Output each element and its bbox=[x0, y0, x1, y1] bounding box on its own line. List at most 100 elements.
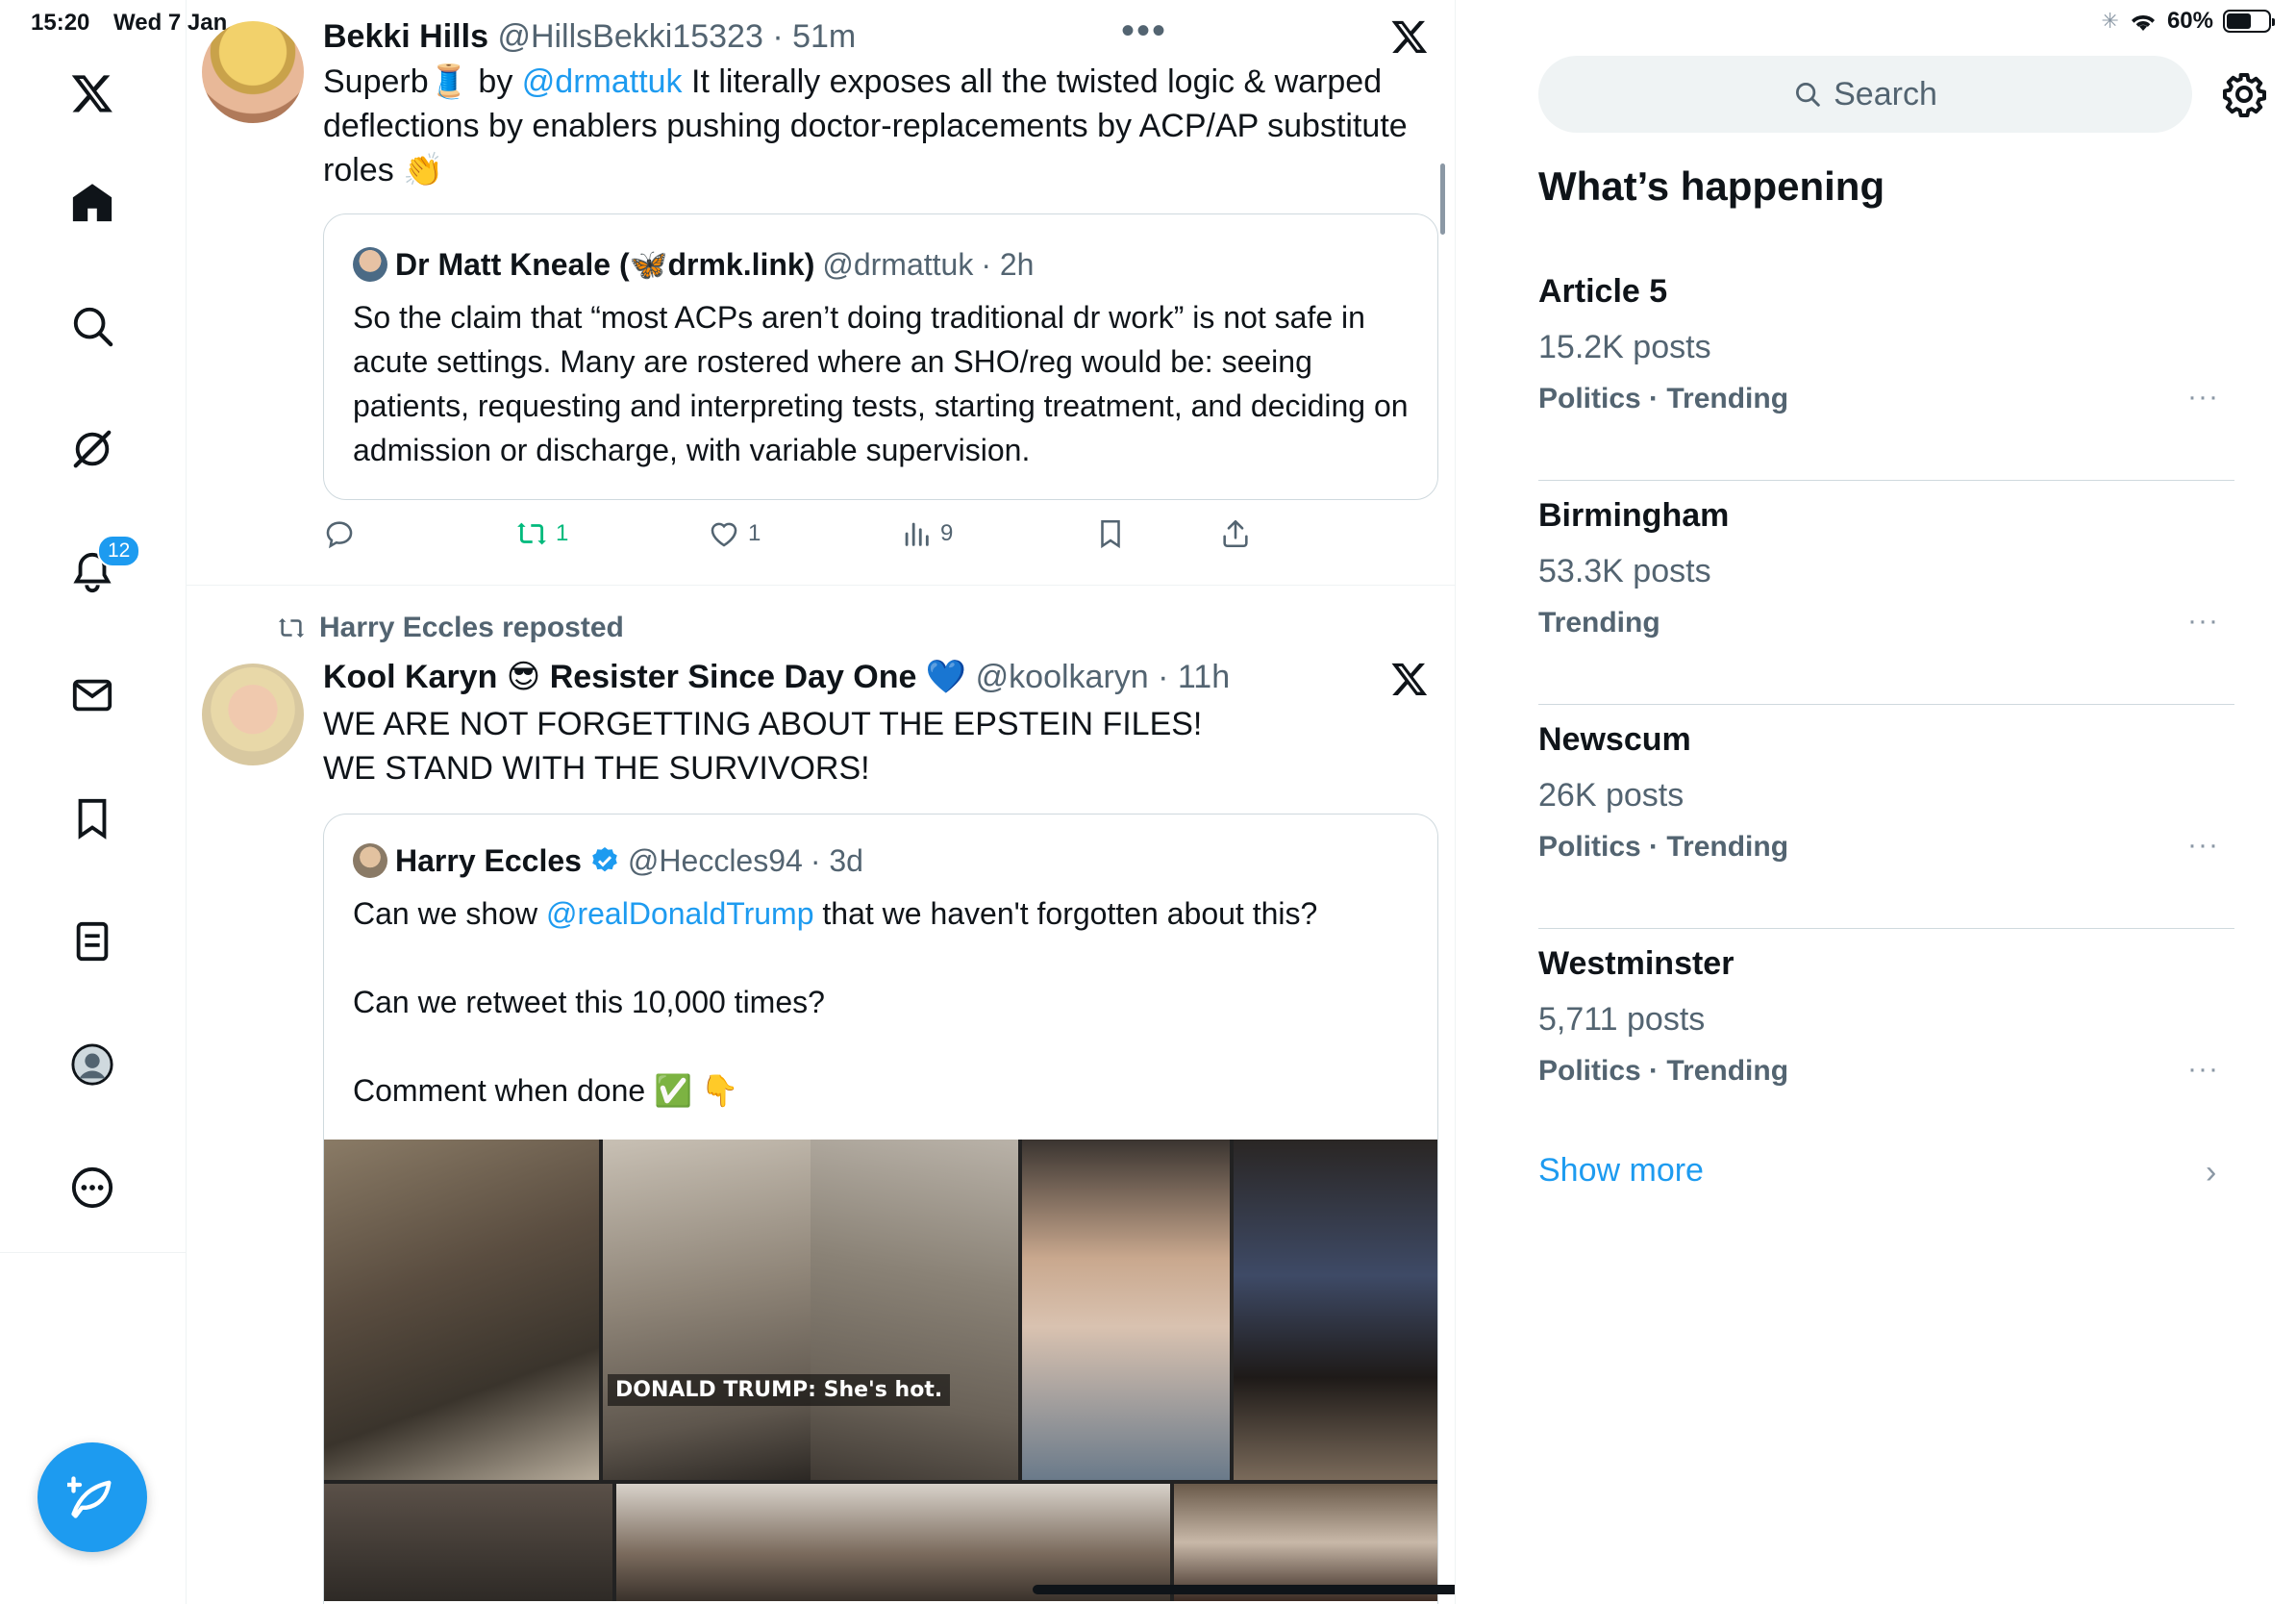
collage-photo[interactable] bbox=[1022, 1140, 1230, 1480]
explore-search-icon[interactable] bbox=[59, 292, 126, 360]
post-time[interactable]: · 51m bbox=[772, 18, 856, 55]
timeline-scrollbar[interactable] bbox=[1440, 163, 1445, 235]
home-indicator[interactable] bbox=[1033, 1585, 1455, 1594]
left-nav: 12 bbox=[0, 0, 187, 1604]
trend-name: Newscum bbox=[1538, 721, 1691, 758]
trend-more-icon[interactable]: ··· bbox=[2187, 829, 2219, 862]
feather-plus-icon bbox=[67, 1476, 112, 1518]
trend-item[interactable]: Birmingham 53.3K posts Trending ··· bbox=[1538, 482, 2234, 705]
collage-photo[interactable] bbox=[324, 1484, 612, 1601]
tweet-text: Superb🧵 by @drmattuk It literally expose… bbox=[323, 60, 1429, 192]
image-caption: DONALD TRUMP: She's hot. bbox=[608, 1374, 951, 1406]
quote-author-handle[interactable]: @Heccles94 bbox=[628, 841, 803, 880]
bookmark-icon bbox=[1101, 519, 1120, 549]
tweet-text-line: WE STAND WITH THE SURVIVORS! bbox=[323, 750, 870, 787]
repost-context[interactable]: Harry Eccles reposted bbox=[277, 612, 624, 644]
chevron-right-icon[interactable]: › bbox=[2206, 1154, 2216, 1191]
quote-author-handle[interactable]: @drmattuk bbox=[822, 245, 973, 284]
section-title: What’s happening bbox=[1538, 163, 1885, 209]
collage-photo[interactable] bbox=[324, 1140, 599, 1480]
quote-time[interactable]: · 3d bbox=[811, 841, 863, 880]
gear-icon[interactable] bbox=[2221, 71, 2267, 117]
trend-item[interactable]: Newscum 26K posts Politics · Trending ··… bbox=[1538, 706, 2234, 929]
quote-text-line: Can we show @realDonaldTrump that we hav… bbox=[353, 891, 1410, 936]
quote-header: Harry Eccles @Heccles94 · 3d bbox=[353, 841, 1410, 880]
trend-item[interactable]: Article 5 15.2K posts Politics · Trendin… bbox=[1538, 258, 2234, 481]
collage-photo[interactable] bbox=[1234, 1140, 1437, 1480]
trend-more-icon[interactable]: ··· bbox=[2187, 381, 2219, 414]
more-options-icon[interactable] bbox=[59, 1154, 126, 1221]
trend-posts: 5,711 posts bbox=[1538, 1001, 1706, 1038]
repost-icon bbox=[278, 618, 305, 638]
quote-author-name[interactable]: Dr Matt Kneale (🦋drmk.link) bbox=[395, 245, 814, 284]
tweet-divider bbox=[187, 585, 1455, 586]
author-handle[interactable]: @HillsBekki15323 bbox=[497, 18, 762, 55]
quoted-tweet[interactable]: Harry Eccles @Heccles94 · 3d Can we show… bbox=[323, 814, 1438, 1604]
collage-photo[interactable] bbox=[603, 1140, 811, 1480]
profile-avatar-icon[interactable] bbox=[59, 1031, 126, 1098]
quote-avatar[interactable] bbox=[353, 843, 387, 878]
quote-text-part: that we haven't forgotten about this? bbox=[813, 896, 1318, 931]
quote-text: Can we show @realDonaldTrump that we hav… bbox=[353, 891, 1410, 1113]
bookmark-button[interactable] bbox=[1094, 517, 1127, 550]
trend-more-icon[interactable]: ··· bbox=[2187, 605, 2219, 638]
search-placeholder: Search bbox=[1834, 75, 1937, 113]
tweet-body: Bekki Hills @HillsBekki15323 · 51m Super… bbox=[323, 17, 1438, 192]
trend-name: Article 5 bbox=[1538, 273, 1668, 310]
repost-button[interactable]: 1 bbox=[515, 517, 568, 550]
tweet-text: WE ARE NOT FORGETTING ABOUT THE EPSTEIN … bbox=[323, 702, 1438, 790]
quote-avatar[interactable] bbox=[353, 247, 387, 282]
grok-icon[interactable] bbox=[59, 415, 126, 483]
reply-button[interactable] bbox=[323, 517, 363, 550]
x-logo-icon[interactable] bbox=[59, 60, 126, 127]
x-brand-icon bbox=[1391, 20, 1428, 53]
quote-text-line: Comment when done ✅ 👇 bbox=[353, 1073, 739, 1108]
trend-item[interactable]: Westminster 5,711 posts Politics · Trend… bbox=[1538, 930, 2234, 1153]
x-brand-icon bbox=[1391, 663, 1428, 695]
bookmarks-icon[interactable] bbox=[59, 785, 126, 852]
avatar[interactable] bbox=[202, 664, 304, 765]
search-input[interactable]: Search bbox=[1538, 56, 2192, 133]
trend-more-icon[interactable]: ··· bbox=[2187, 1053, 2219, 1086]
trend-posts: 53.3K posts bbox=[1538, 553, 1711, 589]
post-time[interactable]: · 11h bbox=[1158, 659, 1230, 695]
repost-label: Harry Eccles reposted bbox=[319, 612, 624, 643]
collage-photo[interactable] bbox=[811, 1140, 1018, 1480]
notifications-bell-icon[interactable]: 12 bbox=[59, 535, 141, 606]
timeline: ••• Bekki Hills @HillsBekki15323 · 51m S… bbox=[187, 0, 1456, 1604]
like-button[interactable]: 1 bbox=[708, 517, 761, 550]
messages-envelope-icon[interactable] bbox=[59, 662, 126, 729]
compose-post-button[interactable] bbox=[37, 1442, 147, 1552]
quote-author-name[interactable]: Harry Eccles bbox=[395, 841, 582, 880]
quote-time[interactable]: · 2h bbox=[981, 245, 1034, 284]
trend-posts: 26K posts bbox=[1538, 777, 1685, 814]
lists-icon[interactable] bbox=[59, 908, 126, 975]
home-icon[interactable] bbox=[59, 169, 126, 237]
share-button[interactable] bbox=[1219, 517, 1252, 550]
author-name[interactable]: Kool Karyn 😎 Resister Since Day One 💙 bbox=[323, 659, 966, 695]
quote-header: Dr Matt Kneale (🦋drmk.link) @drmattuk · … bbox=[353, 245, 1410, 284]
views-count: 9 bbox=[940, 520, 954, 546]
right-sidebar: Search What’s happening Article 5 15.2K … bbox=[1456, 0, 2296, 1604]
trend-name: Birmingham bbox=[1538, 497, 1730, 534]
share-icon bbox=[1223, 519, 1248, 548]
views-chart-icon bbox=[905, 522, 929, 546]
reply-bubble-icon bbox=[326, 521, 353, 549]
media-collage[interactable]: DONALD TRUMP: She's hot. bbox=[324, 1140, 1437, 1601]
avatar[interactable] bbox=[202, 21, 304, 123]
nav-divider bbox=[0, 1252, 187, 1253]
views-button[interactable]: 9 bbox=[900, 517, 953, 550]
show-more-link[interactable]: Show more bbox=[1538, 1152, 1704, 1190]
author-handle[interactable]: @koolkaryn bbox=[976, 659, 1149, 695]
quote-text-line: Can we retweet this 10,000 times? bbox=[353, 985, 825, 1019]
mention-link[interactable]: @realDonaldTrump bbox=[546, 896, 814, 931]
collage-photo[interactable] bbox=[616, 1484, 1170, 1601]
notifications-badge: 12 bbox=[97, 535, 141, 567]
quote-content: Harry Eccles @Heccles94 · 3d Can we show… bbox=[353, 841, 1410, 1113]
mention-link[interactable]: @drmattuk bbox=[522, 63, 683, 100]
author-name[interactable]: Bekki Hills bbox=[323, 18, 488, 55]
like-count: 1 bbox=[748, 520, 761, 546]
collage-photo[interactable] bbox=[1174, 1484, 1437, 1601]
quoted-tweet[interactable]: Dr Matt Kneale (🦋drmk.link) @drmattuk · … bbox=[323, 213, 1438, 500]
